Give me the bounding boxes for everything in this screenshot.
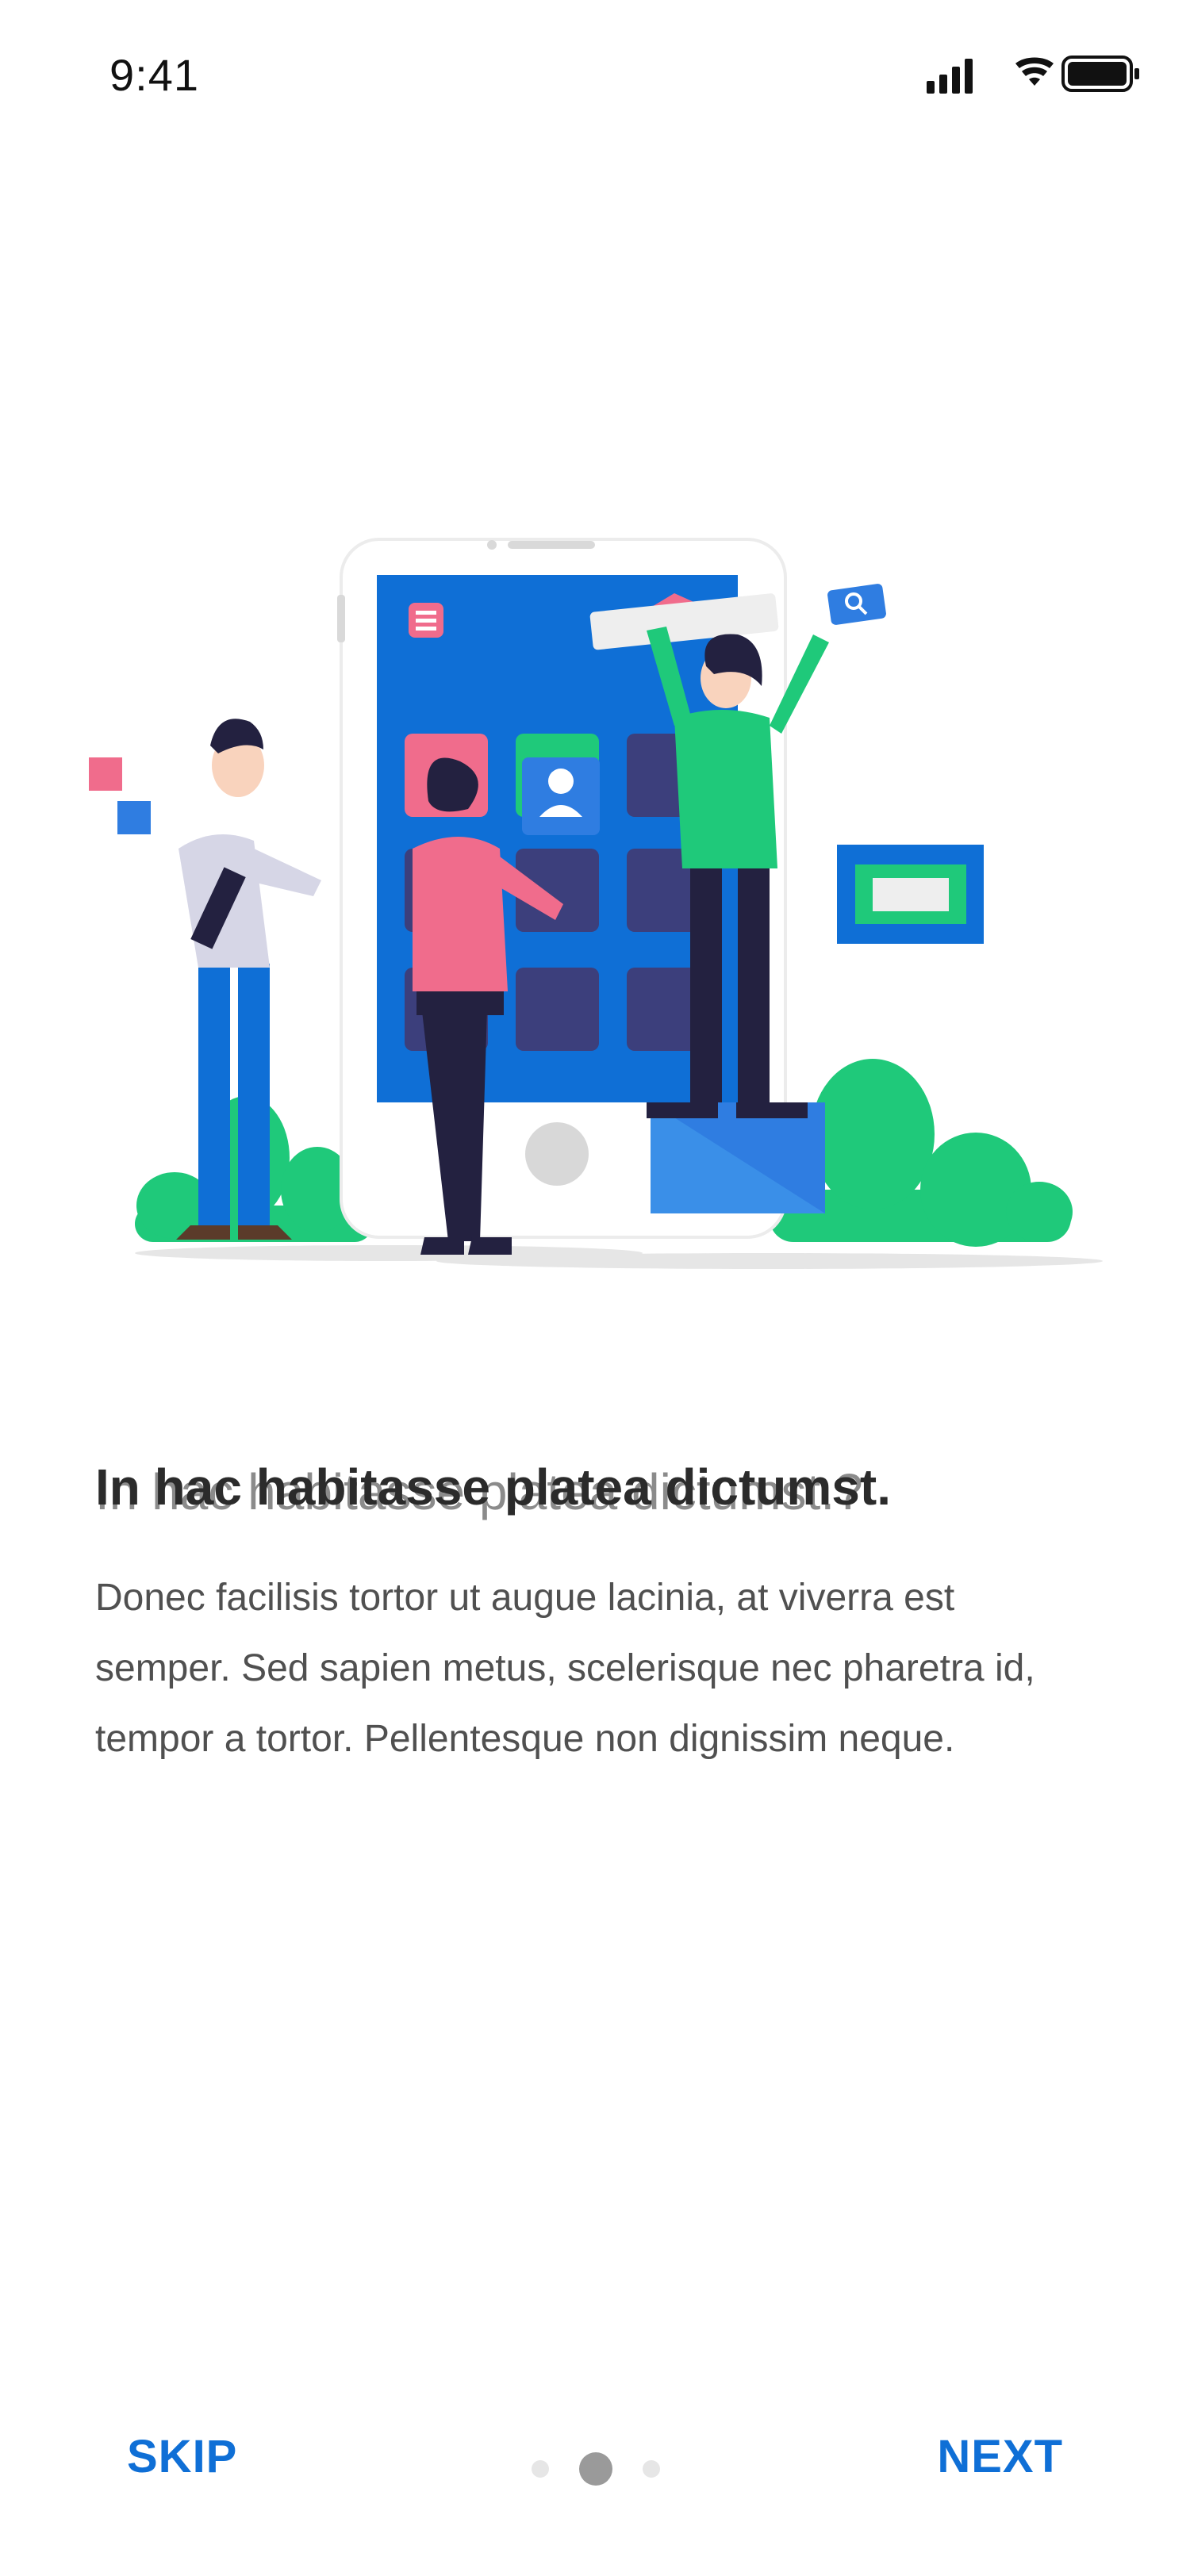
headline: In hac habitasse platea dictumst.? In ha… xyxy=(95,1451,1127,1547)
cellular-signal-icon xyxy=(927,59,973,94)
status-icons xyxy=(920,52,1142,97)
battery-icon xyxy=(1061,56,1139,92)
page-dot-2-active[interactable] xyxy=(579,2452,612,2486)
wifi-icon xyxy=(1015,57,1054,86)
next-button[interactable]: NEXT xyxy=(937,2430,1063,2483)
page-dot-3[interactable] xyxy=(643,2460,660,2478)
description-text: Donec facilisis tortor ut augue lacinia,… xyxy=(95,1577,1035,1760)
headline-text: In hac habitasse platea dictumst. xyxy=(95,1459,891,1516)
page-dot-1[interactable] xyxy=(532,2460,549,2478)
onboarding-controls: SKIP NEXT xyxy=(0,2411,1190,2522)
card-illustration xyxy=(837,845,984,944)
page-indicator xyxy=(516,2444,674,2492)
status-bar: 9:41 xyxy=(0,0,1190,151)
onboarding-illustration xyxy=(87,508,1111,1285)
status-time: 9:41 xyxy=(109,50,199,100)
skip-button[interactable]: SKIP xyxy=(127,2430,237,2483)
